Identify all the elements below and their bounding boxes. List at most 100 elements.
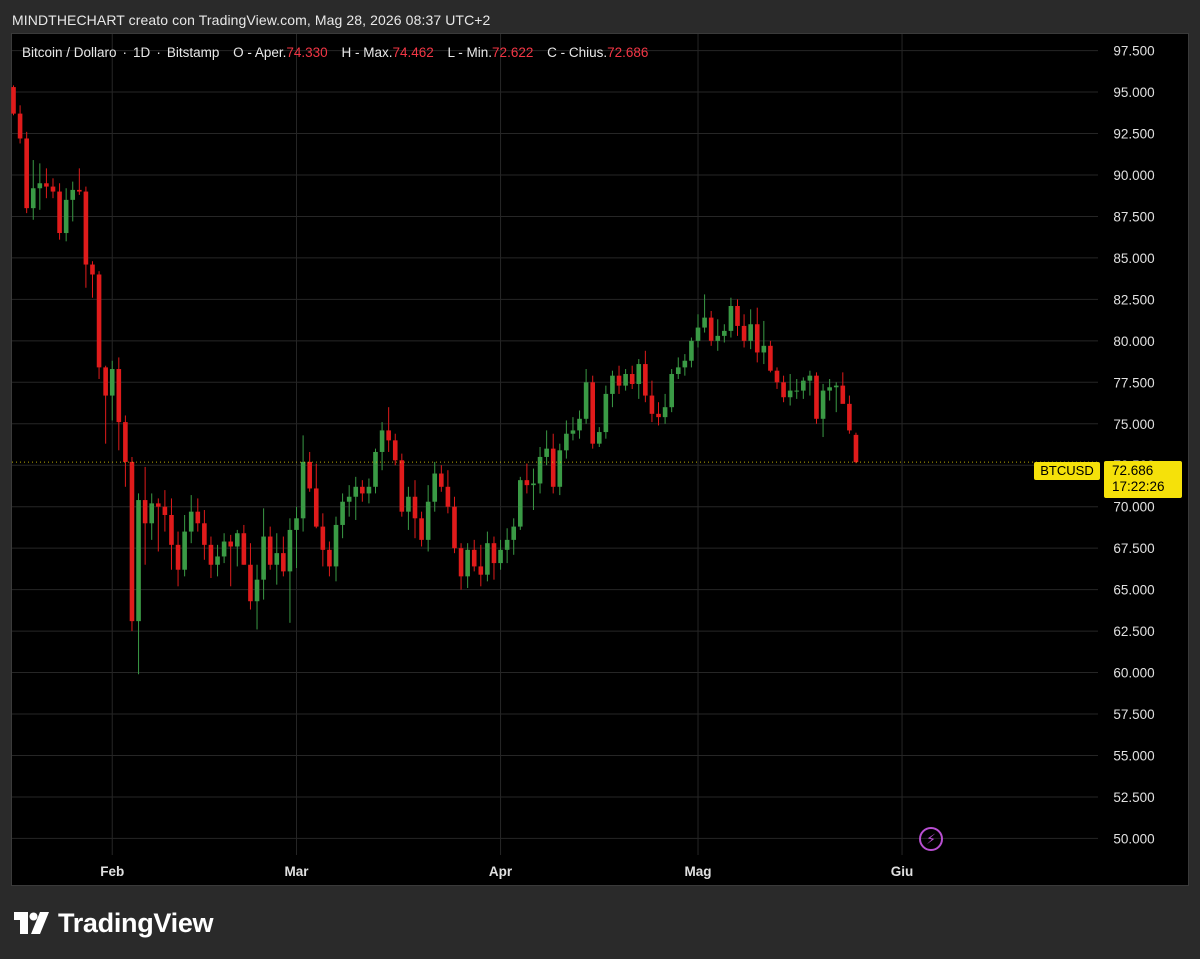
legend-exchange: Bitstamp	[166, 45, 220, 60]
x-tick-label: Giu	[891, 864, 914, 879]
y-tick-label: 95.000	[1113, 85, 1154, 100]
legend-symbol[interactable]: Bitcoin / Dollaro	[22, 45, 117, 60]
legend-open-value: 74.330	[286, 45, 328, 60]
candle-body	[485, 543, 490, 575]
candle-body	[537, 456, 543, 484]
candle-body	[722, 330, 727, 336]
candle-body	[254, 579, 260, 602]
candle-body	[774, 370, 780, 383]
y-tick-label: 70.000	[1113, 500, 1154, 515]
symbol-legend: Bitcoin / Dollaro · 1D · Bitstamp O - Aper.7…	[22, 45, 649, 60]
candle-body	[768, 345, 773, 371]
candle-body	[656, 413, 661, 418]
y-tick-label: 52.500	[1113, 790, 1154, 805]
lightning-bolt-icon[interactable]: ⚡	[919, 827, 943, 851]
x-tick-label: Apr	[489, 864, 513, 879]
candle-body	[44, 183, 49, 187]
candle-body	[57, 191, 62, 234]
y-tick-label: 87.500	[1113, 209, 1154, 224]
candle-body	[261, 536, 266, 580]
logo-text: TradingView	[58, 907, 214, 938]
candle-body	[662, 407, 668, 418]
candle-body	[583, 382, 589, 419]
candle-body	[162, 506, 168, 515]
candle-body	[596, 432, 602, 444]
candle-body	[452, 506, 457, 549]
candle-body	[649, 395, 655, 414]
y-tick-label: 57.500	[1113, 707, 1154, 722]
candle-body	[498, 549, 503, 564]
y-tick-label: 77.500	[1113, 375, 1154, 390]
candle-body	[366, 486, 372, 494]
y-tick-label: 50.000	[1113, 831, 1154, 846]
candle-body	[682, 360, 688, 368]
candle-body	[577, 418, 582, 431]
candle-body	[386, 430, 391, 441]
candle-body	[156, 503, 161, 507]
candle-body	[695, 327, 701, 341]
legend-interval[interactable]: 1D	[133, 45, 150, 60]
candle-body	[248, 564, 253, 602]
candle-body	[675, 367, 681, 375]
candlestick-chart[interactable]: 97.500 95.000 92.500 90.000 87.500 85.000 82.5…	[0, 0, 1200, 959]
candle-body	[544, 448, 549, 457]
candle-body	[116, 369, 122, 423]
candle-body	[814, 375, 819, 419]
candle-body	[728, 306, 734, 331]
candle-body	[208, 544, 214, 565]
candle-body	[564, 433, 569, 451]
candle-body	[840, 385, 846, 404]
legend-high-value: 74.462	[392, 45, 434, 60]
candle-body	[11, 87, 16, 114]
candle-body	[169, 514, 174, 545]
y-tick-label: 92.500	[1113, 127, 1154, 142]
candle-body	[761, 345, 767, 353]
candle-body	[327, 549, 332, 567]
candle-body	[603, 393, 609, 433]
candle-body	[30, 188, 36, 209]
candle-body	[590, 382, 595, 444]
candle-body	[96, 274, 102, 368]
candle-body	[735, 306, 740, 326]
last-price-tag: 72.686 17:22:26	[1104, 461, 1182, 498]
candle-body	[267, 536, 273, 565]
tradingview-logo[interactable]: TradingView	[14, 906, 214, 940]
y-tick-label: 65.000	[1113, 583, 1154, 598]
candle-body	[234, 533, 240, 547]
candle-body	[215, 556, 220, 565]
y-tick-label: 90.000	[1113, 168, 1154, 183]
candle-body	[175, 544, 181, 570]
y-tick-label: 97.500	[1113, 44, 1154, 59]
candle-body	[847, 403, 852, 431]
legend-open-label: O - Aper.	[233, 45, 287, 60]
candle-body	[445, 486, 451, 507]
candle-body	[392, 440, 398, 461]
bar-countdown: 17:22:26	[1112, 479, 1165, 494]
candle-body	[202, 523, 207, 545]
candle-body	[300, 461, 306, 519]
legend-high-label: H - Max.	[341, 45, 393, 60]
candle-body	[781, 382, 786, 398]
candle-body	[419, 518, 424, 540]
candle-body	[287, 529, 293, 572]
candle-body	[643, 364, 648, 396]
legend-close-label: C - Chius.	[547, 45, 608, 60]
candle-body	[471, 549, 477, 567]
y-tick-label: 62.500	[1113, 624, 1154, 639]
candle-body	[83, 191, 89, 265]
candle-body	[754, 324, 760, 353]
candle-body	[340, 501, 345, 525]
candle-body	[425, 501, 431, 540]
candle-body	[432, 473, 438, 502]
candle-body	[702, 317, 707, 328]
candle-body	[748, 324, 753, 341]
legend-low-value: 72.622	[492, 45, 534, 60]
x-tick-label: Feb	[100, 864, 124, 879]
y-tick-label: 80.000	[1113, 334, 1154, 349]
candle-body	[228, 541, 233, 547]
y-tick-label: 55.000	[1113, 748, 1154, 763]
candle-body	[616, 375, 622, 386]
candle-body	[17, 113, 23, 139]
candle-body	[406, 496, 411, 512]
candle-body	[412, 496, 418, 519]
